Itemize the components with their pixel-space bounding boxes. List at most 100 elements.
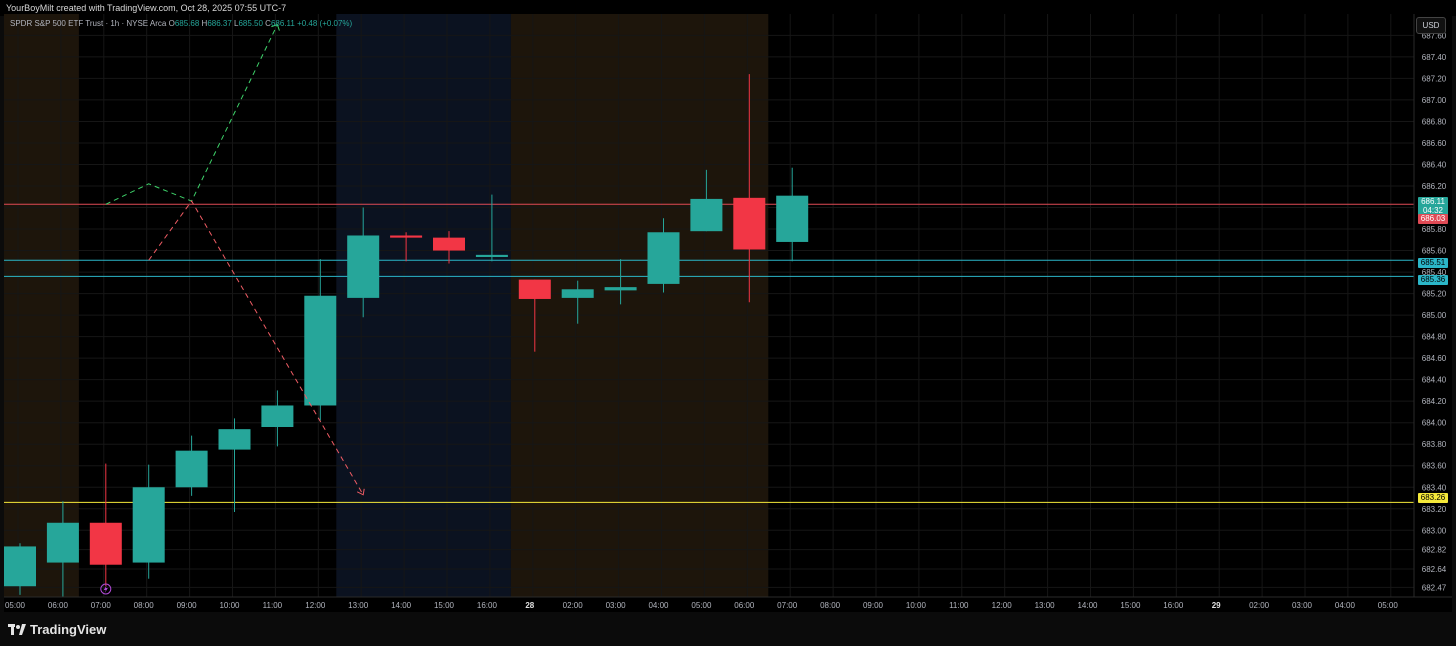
candle-body	[604, 287, 637, 291]
y-tick-label: 685.80	[1422, 225, 1447, 234]
candle-body	[475, 254, 508, 258]
candle-body	[304, 295, 337, 406]
candle-body	[4, 546, 36, 587]
candle-body	[776, 195, 809, 242]
candle-body	[433, 237, 465, 251]
session-shade-overnight	[510, 14, 769, 597]
x-tick-label: 03:00	[1292, 601, 1313, 610]
symbol-legend[interactable]: SPDR S&P 500 ETF Trust · 1h · NYSE Arca …	[10, 19, 352, 28]
brand-name: TradingView	[30, 622, 107, 637]
x-tick-label: 15:00	[1120, 601, 1141, 610]
y-tick-label: 682.47	[1422, 583, 1447, 592]
x-tick-label: 28	[525, 601, 534, 610]
y-tick-label: 684.60	[1422, 354, 1447, 363]
y-tick-label: 684.40	[1422, 376, 1447, 385]
bullish-projection-path	[105, 24, 278, 205]
y-tick-label: 686.60	[1422, 139, 1447, 148]
x-tick-label: 10:00	[906, 601, 927, 610]
x-tick-label: 16:00	[477, 601, 498, 610]
session-shade-afterhours	[336, 14, 511, 597]
x-tick-label: 14:00	[1077, 601, 1098, 610]
change-value: +0.48 (+0.07%)	[297, 19, 353, 28]
y-tick-label: 683.80	[1422, 440, 1447, 449]
x-tick-label: 13:00	[1035, 601, 1056, 610]
y-tick-label: 685.20	[1422, 290, 1447, 299]
x-tick-label: 11:00	[263, 601, 283, 610]
y-tick-label: 684.20	[1422, 397, 1447, 406]
x-tick-label: 12:00	[305, 601, 326, 610]
x-tick-label: 15:00	[434, 601, 455, 610]
candle-body	[261, 405, 294, 428]
chart-pane[interactable]: 687.60 687.40 687.20 687.00 686.80 686.60 686.…	[4, 14, 1452, 612]
tradingview-logo[interactable]: TradingView	[8, 622, 106, 637]
close-value: 686.11	[270, 19, 295, 28]
candle-body	[132, 487, 165, 563]
x-tick-label: 06:00	[48, 601, 69, 610]
x-tick-label: 02:00	[563, 601, 584, 610]
candle-body	[390, 235, 423, 238]
y-tick-label: 683.00	[1422, 526, 1447, 535]
y-tick-label: 683.60	[1422, 462, 1447, 471]
low-value: 685.50	[238, 19, 263, 28]
candle-body	[175, 450, 208, 488]
cyan-level-tag-1: 685.51	[1418, 258, 1448, 268]
y-tick-label: 687.20	[1422, 74, 1447, 83]
last-price-value: 686.11	[1421, 197, 1445, 206]
y-tick-label: 686.40	[1422, 160, 1447, 169]
symbol-title[interactable]: SPDR S&P 500 ETF Trust · 1h · NYSE Arca	[10, 19, 166, 28]
y-tick-label: 686.20	[1422, 182, 1447, 191]
x-tick-label: 05:00	[691, 601, 712, 610]
footer-bar: TradingView	[0, 612, 1456, 646]
high-value: 686.37	[207, 19, 232, 28]
tradingview-logo-icon	[8, 623, 26, 635]
candlestick-chart[interactable]: 687.60687.40687.20687.00686.80686.60686.…	[4, 14, 1452, 612]
open-value: 685.68	[174, 19, 200, 28]
y-tick-label: 683.20	[1422, 505, 1447, 514]
x-tick-label: 04:00	[1335, 601, 1356, 610]
x-tick-label: 07:00	[91, 601, 112, 610]
x-tick-label: 08:00	[134, 601, 155, 610]
candle-body	[347, 235, 380, 298]
candle-body	[46, 522, 79, 563]
session-shade-premarket	[4, 14, 79, 597]
x-tick-label: 05:00	[5, 601, 26, 610]
y-tick-label: 686.80	[1422, 117, 1447, 126]
x-tick-label: 05:00	[1378, 601, 1399, 610]
y-tick-label: 682.64	[1422, 565, 1447, 574]
x-tick-label: 07:00	[777, 601, 798, 610]
x-tick-label: 08:00	[820, 601, 841, 610]
x-tick-label: 02:00	[1249, 601, 1270, 610]
red-level-tag: 686.03	[1418, 214, 1448, 224]
x-tick-label: 13:00	[348, 601, 369, 610]
candle-body	[690, 198, 723, 232]
y-tick-label: 685.60	[1422, 247, 1447, 256]
x-tick-label: 12:00	[992, 601, 1013, 610]
x-tick-label: 16:00	[1163, 601, 1184, 610]
x-tick-label: 06:00	[734, 601, 755, 610]
yellow-level-tag: 683.26	[1418, 493, 1448, 503]
x-tick-label: 09:00	[177, 601, 198, 610]
cyan-level-tag-2: 685.36	[1418, 275, 1448, 285]
candle-body	[89, 522, 122, 565]
x-tick-label: 09:00	[863, 601, 884, 610]
x-tick-label: 11:00	[949, 601, 969, 610]
candle-body	[647, 232, 680, 284]
y-tick-label: 687.00	[1422, 96, 1447, 105]
candle-body	[561, 289, 594, 298]
x-tick-label: 14:00	[391, 601, 412, 610]
y-tick-label: 683.40	[1422, 483, 1447, 492]
candle-body	[518, 279, 551, 299]
y-tick-label: 684.80	[1422, 333, 1447, 342]
y-tick-label: 685.00	[1422, 311, 1447, 320]
currency-button[interactable]: USD	[1416, 17, 1446, 34]
candle-body	[733, 197, 766, 250]
y-tick-label: 684.00	[1422, 419, 1447, 428]
x-tick-label: 03:00	[606, 601, 627, 610]
x-tick-label: 10:00	[219, 601, 240, 610]
x-tick-label: 04:00	[648, 601, 669, 610]
y-tick-label: 687.40	[1422, 53, 1447, 62]
candle-body	[218, 429, 251, 450]
attribution-text: YourBoyMilt created with TradingView.com…	[6, 3, 287, 13]
y-tick-label: 682.82	[1422, 546, 1447, 555]
x-tick-label: 29	[1212, 601, 1221, 610]
